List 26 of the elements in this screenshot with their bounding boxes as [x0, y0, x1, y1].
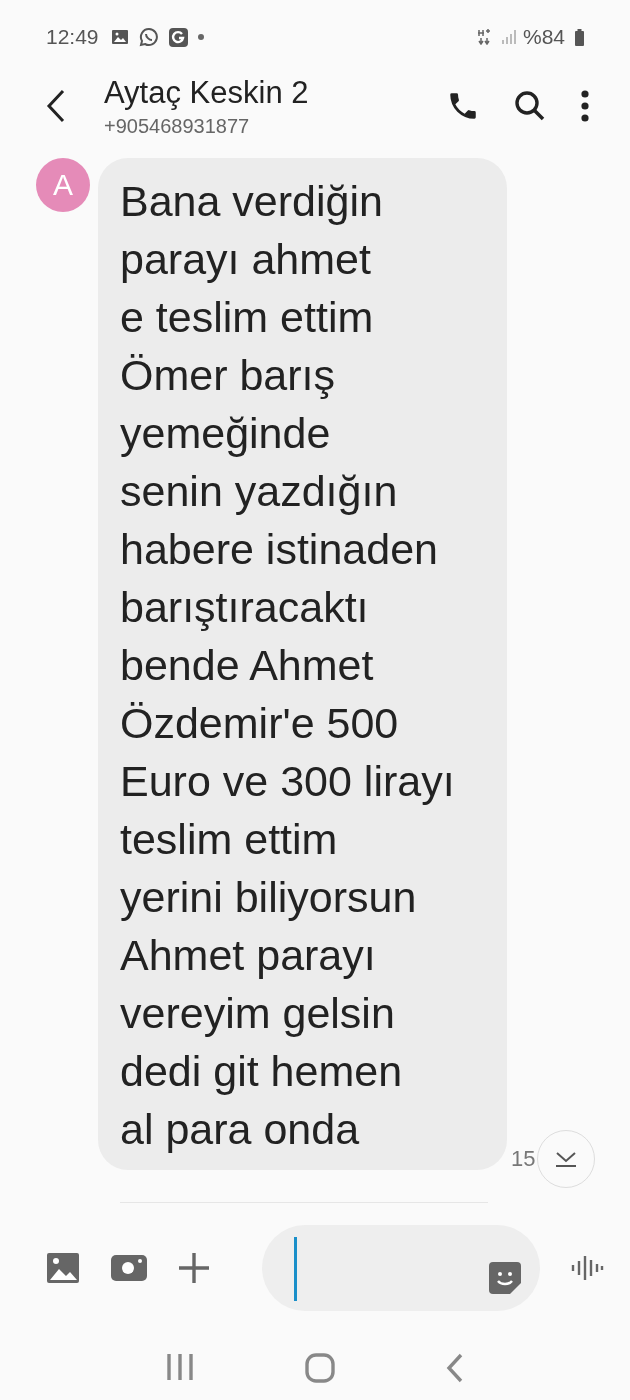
battery-icon	[575, 28, 584, 46]
status-time: 12:49	[46, 25, 99, 49]
battery-percent: %84	[522, 25, 565, 49]
message-bubble: Bana verdiğin parayı ahmet e teslim ettim Ömer barış yemeğinde senin yazdığın habere istinaden barıştıracaktı bende Ahmet Özdemir'e 500 Euro ve 300 lirayı teslim ettim yerini biliyorsun Ahmet parayı vereyim gelsin dedi git hemen al para onda	[98, 158, 507, 1170]
contact-name: Aytaç Keskin 2	[104, 74, 310, 111]
message-time: 15	[511, 1146, 536, 1172]
sticker-icon[interactable]	[488, 1261, 522, 1295]
dot-icon	[197, 34, 204, 40]
data-arrows-icon	[476, 29, 491, 45]
nav-back-icon[interactable]	[446, 1353, 465, 1383]
back-icon[interactable]	[46, 89, 66, 123]
camera-icon[interactable]	[110, 1254, 148, 1282]
search-icon[interactable]	[514, 90, 546, 122]
contact-avatar: A	[36, 158, 90, 212]
g-app-icon	[168, 27, 188, 47]
text-cursor	[294, 1237, 297, 1301]
signal-icon	[500, 29, 517, 45]
gallery-icon[interactable]	[46, 1252, 80, 1284]
phone-number: +905468931877	[104, 114, 251, 138]
home-icon[interactable]	[305, 1353, 335, 1383]
gallery-icon	[110, 29, 129, 45]
chevron-down-icon	[554, 1150, 579, 1168]
recent-apps-icon[interactable]	[165, 1353, 194, 1381]
chat-icon	[138, 27, 159, 47]
add-icon[interactable]	[178, 1252, 210, 1284]
more-options-icon[interactable]	[580, 90, 590, 122]
